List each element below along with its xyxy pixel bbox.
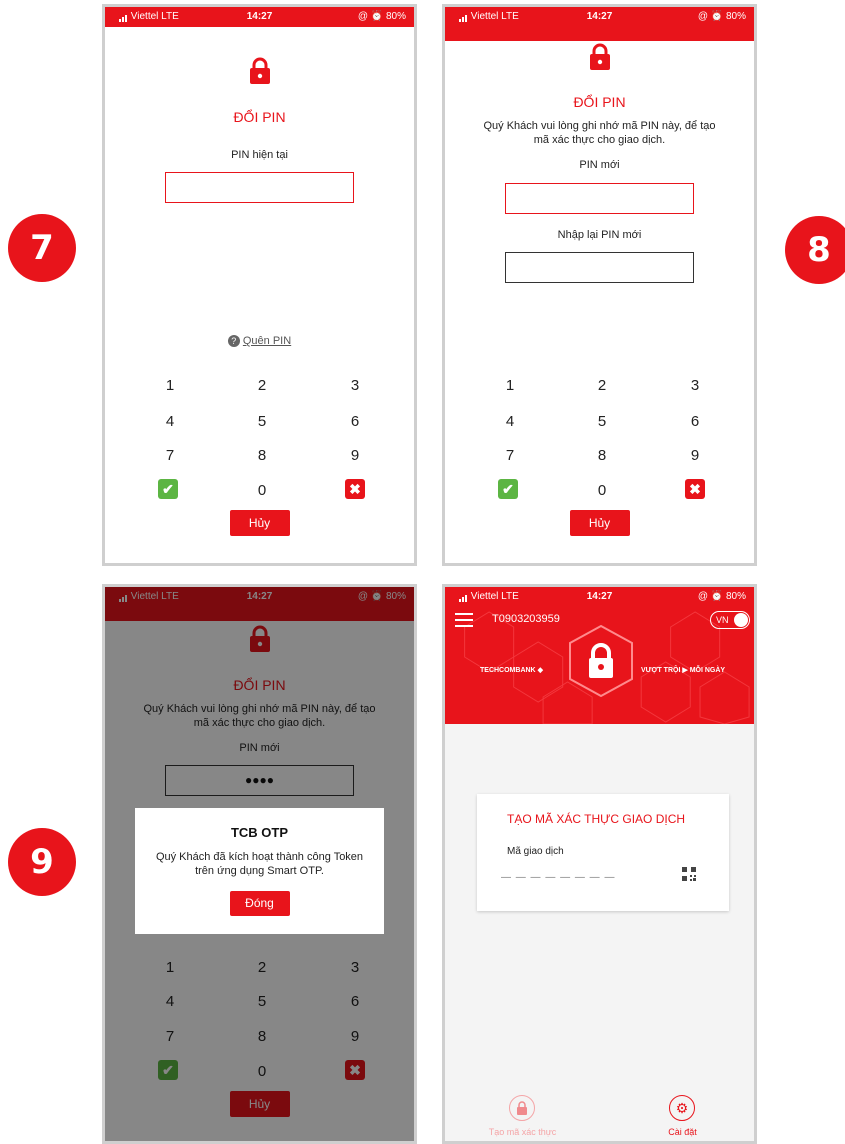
brand-arrows-icon: ◆ [537,667,543,674]
close-icon: ✖ [349,481,361,497]
slogan-part-2: MỖI NGÀY [689,667,726,674]
tab-settings[interactable]: ⚙ Cài đặt [635,1095,730,1141]
status-bar: Viettel LTE 14:27 @ ⏰ 80% [445,7,754,27]
slogan-part-1: VƯỢT TRỘI [641,667,681,674]
confirm-button[interactable]: ✔ [158,479,178,499]
screen-pin-success-dialog: Viettel LTE 14:27 @ ⏰ 80% ĐỔI PIN Quý Kh… [102,584,417,1144]
delete-button[interactable]: ✖ [685,479,705,499]
qr-icon[interactable] [681,866,697,882]
lock-icon [249,57,271,89]
language-toggle[interactable]: VN [710,611,750,629]
battery-status: @ ⏰ 80% [697,11,746,22]
key-1[interactable]: 1 [150,377,190,394]
step-badge-8: 8 [785,216,845,284]
key-8[interactable]: 8 [582,447,622,464]
check-icon: ✔ [162,481,174,497]
code-label: Mã giao dịch [507,846,564,857]
screen-change-pin-current: Viettel LTE 14:27 @ ⏰ 80% ĐỔI PIN PIN hi… [102,4,417,566]
page-title: ĐỔI PIN [233,109,286,125]
page-title: ĐỔI PIN [573,94,626,110]
dialog-close-button[interactable]: Đóng [229,891,290,916]
gear-icon: ⚙ [669,1095,695,1121]
cancel-button[interactable]: Hủy [569,510,630,536]
dialog-message: Quý Khách đã kích hoạt thành công Token … [155,851,364,877]
key-0[interactable]: 0 [242,482,282,499]
current-pin-label: PIN hiện tại [231,149,288,161]
forgot-pin-link[interactable]: ? Quên PIN [105,335,414,348]
key-5[interactable]: 5 [582,413,622,430]
lock-icon [509,1095,535,1121]
key-7[interactable]: 7 [490,447,530,464]
key-6[interactable]: 6 [675,413,715,430]
battery-status: @ ⏰ 80% [357,11,406,22]
step-badge-9: 9 [8,828,76,896]
battery-status: @ ⏰ 80% [697,591,746,602]
menu-icon[interactable] [455,613,473,627]
status-bar: Viettel LTE 14:27 @ ⏰ 80% [105,7,414,27]
techcombank-logo: TECHCOMBANK ◆ [480,666,543,674]
key-2[interactable]: 2 [582,377,622,394]
key-5[interactable]: 5 [242,413,282,430]
key-3[interactable]: 3 [675,377,715,394]
card-title: TẠO MÃ XÁC THỰC GIAO DỊCH [507,812,686,826]
help-icon: ? [227,335,240,348]
phone-id: T0903203959 [492,613,560,625]
brand-name: TECHCOMBANK [480,667,536,674]
dialog-title: TCB OTP [230,825,289,840]
tab-create-otp[interactable]: Tạo mã xác thực [465,1095,580,1141]
screen-otp-home: Viettel LTE 14:27 @ ⏰ 80% T0903203959 VN… [442,584,757,1144]
toggle-knob [734,613,748,627]
key-3[interactable]: 3 [335,377,375,394]
close-icon: ✖ [689,481,701,497]
lock-icon [589,43,611,75]
key-9[interactable]: 9 [675,447,715,464]
tab-settings-label: Cài đặt [668,1127,697,1137]
forgot-pin-label: Quên PIN [242,335,292,348]
success-dialog: TCB OTP Quý Khách đã kích hoạt thành côn… [135,808,384,934]
pin-note: Quý Khách vui lòng ghi nhớ mã PIN này, đ… [483,120,716,146]
language-label: VN [716,615,729,625]
delete-button[interactable]: ✖ [345,479,365,499]
check-icon: ✔ [502,481,514,497]
otp-card: TẠO MÃ XÁC THỰC GIAO DỊCH Mã giao dịch —… [477,794,729,911]
tab-create-label: Tạo mã xác thực [488,1127,557,1137]
slogan-arrow-icon: ▶ [682,667,688,674]
key-8[interactable]: 8 [242,447,282,464]
confirm-button[interactable]: ✔ [498,479,518,499]
step-badge-7: 7 [8,214,76,282]
key-6[interactable]: 6 [335,413,375,430]
confirm-pin-label: Nhập lại PIN mới [557,229,642,241]
screen-change-pin-new: Viettel LTE 14:27 @ ⏰ 80% ĐỔI PIN Quý Kh… [442,4,757,566]
slogan: VƯỢT TRỘI ▶ MỖI NGÀY [641,666,725,674]
confirm-pin-input[interactable] [505,252,694,283]
key-4[interactable]: 4 [490,413,530,430]
status-bar: Viettel LTE 14:27 @ ⏰ 80% [445,587,754,607]
key-2[interactable]: 2 [242,377,282,394]
key-9[interactable]: 9 [335,447,375,464]
new-pin-label: PIN mới [579,159,620,171]
lock-hexagon [569,624,633,698]
cancel-button[interactable]: Hủy [229,510,290,536]
key-0[interactable]: 0 [582,482,622,499]
key-1[interactable]: 1 [490,377,530,394]
current-pin-input[interactable] [165,172,354,203]
new-pin-input[interactable] [505,183,694,214]
key-4[interactable]: 4 [150,413,190,430]
code-input[interactable]: — — — — — — — — [501,872,615,883]
key-7[interactable]: 7 [150,447,190,464]
